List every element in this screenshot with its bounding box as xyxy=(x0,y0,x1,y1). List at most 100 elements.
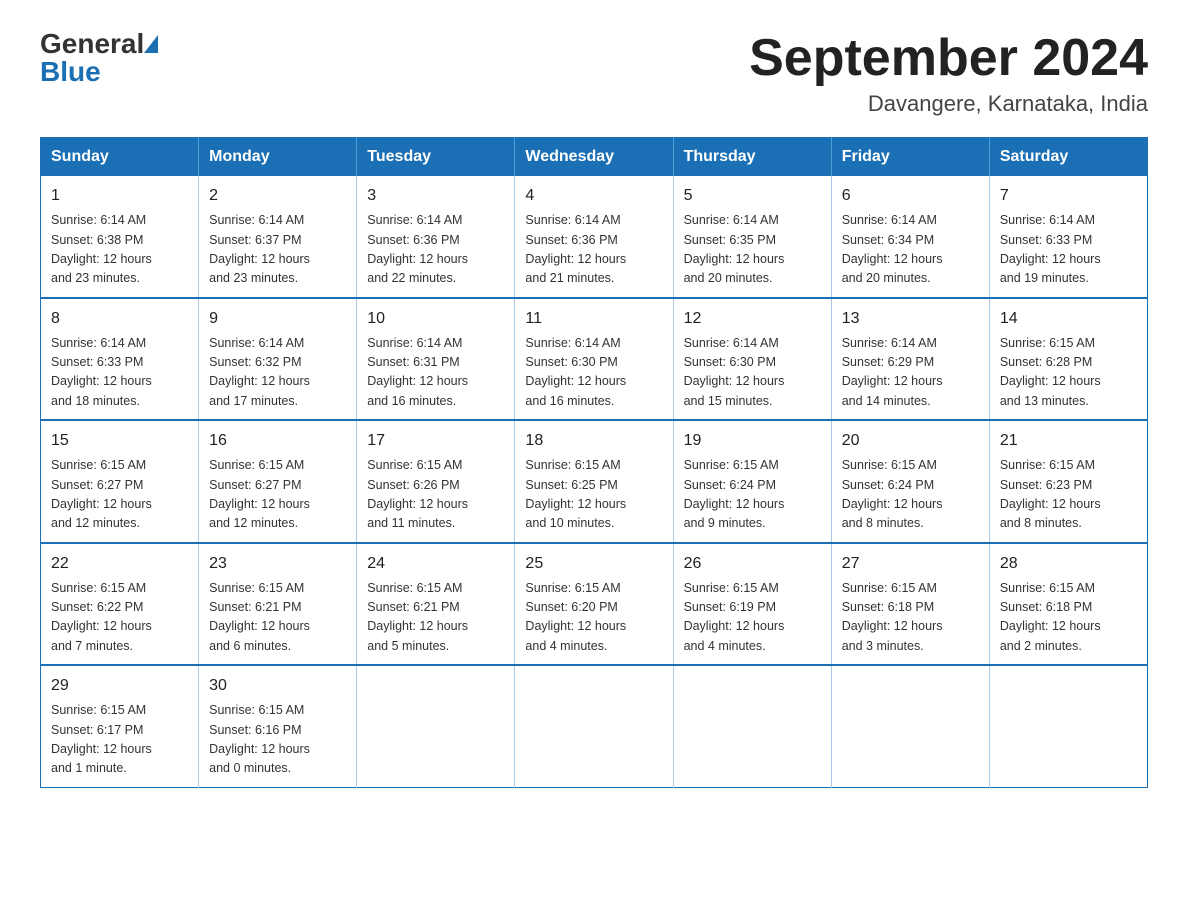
month-title: September 2024 xyxy=(749,30,1148,87)
day-number: 25 xyxy=(525,552,662,576)
day-number: 4 xyxy=(525,184,662,208)
calendar-day-cell: 22 Sunrise: 6:15 AMSunset: 6:22 PMDayligh… xyxy=(41,543,199,666)
day-info: Sunrise: 6:15 AMSunset: 6:22 PMDaylight:… xyxy=(51,579,188,657)
day-number: 9 xyxy=(209,307,346,331)
day-number: 30 xyxy=(209,674,346,698)
calendar-week-row: 8Sunrise: 6:14 AMSunset: 6:33 PMDaylight… xyxy=(41,298,1148,421)
logo: General Blue xyxy=(40,30,158,86)
day-number: 23 xyxy=(209,552,346,576)
day-number: 15 xyxy=(51,429,188,453)
calendar-day-header: Sunday xyxy=(41,138,199,177)
day-number: 27 xyxy=(842,552,979,576)
calendar-day-cell xyxy=(515,665,673,787)
logo-general-text: General xyxy=(40,30,158,58)
calendar-day-header: Thursday xyxy=(673,138,831,177)
calendar-day-header: Wednesday xyxy=(515,138,673,177)
day-number: 5 xyxy=(684,184,821,208)
day-info: Sunrise: 6:15 AMSunset: 6:20 PMDaylight:… xyxy=(525,579,662,657)
page-header: General Blue September 2024 Davangere, K… xyxy=(40,30,1148,117)
day-info: Sunrise: 6:15 AMSunset: 6:23 PMDaylight:… xyxy=(1000,456,1137,534)
calendar-day-cell: 7 Sunrise: 6:14 AMSunset: 6:33 PMDaylight… xyxy=(989,176,1147,298)
day-info: Sunrise: 6:15 AMSunset: 6:19 PMDaylight:… xyxy=(684,579,821,657)
calendar-day-cell: 27 Sunrise: 6:15 AMSunset: 6:18 PMDayligh… xyxy=(831,543,989,666)
calendar-day-cell: 13 Sunrise: 6:14 AMSunset: 6:29 PMDayligh… xyxy=(831,298,989,421)
day-info: Sunrise: 6:15 AMSunset: 6:27 PMDaylight:… xyxy=(51,456,188,534)
calendar-day-cell xyxy=(989,665,1147,787)
day-number: 2 xyxy=(209,184,346,208)
day-number: 26 xyxy=(684,552,821,576)
calendar-day-header: Tuesday xyxy=(357,138,515,177)
calendar-day-cell: 10 Sunrise: 6:14 AMSunset: 6:31 PMDayligh… xyxy=(357,298,515,421)
day-number: 6 xyxy=(842,184,979,208)
calendar-week-row: 22 Sunrise: 6:15 AMSunset: 6:22 PMDayligh… xyxy=(41,543,1148,666)
day-number: 7 xyxy=(1000,184,1137,208)
calendar-day-cell: 9 Sunrise: 6:14 AMSunset: 6:32 PMDaylight… xyxy=(199,298,357,421)
logo-triangle-icon xyxy=(144,35,158,53)
day-number: 13 xyxy=(842,307,979,331)
day-number: 21 xyxy=(1000,429,1137,453)
calendar-day-cell: 23 Sunrise: 6:15 AMSunset: 6:21 PMDayligh… xyxy=(199,543,357,666)
calendar-day-cell: 6 Sunrise: 6:14 AMSunset: 6:34 PMDaylight… xyxy=(831,176,989,298)
calendar-day-cell: 4Sunrise: 6:14 AMSunset: 6:36 PMDaylight… xyxy=(515,176,673,298)
day-info: Sunrise: 6:14 AMSunset: 6:35 PMDaylight:… xyxy=(684,211,821,289)
calendar-day-cell: 8Sunrise: 6:14 AMSunset: 6:33 PMDaylight… xyxy=(41,298,199,421)
day-info: Sunrise: 6:15 AMSunset: 6:21 PMDaylight:… xyxy=(367,579,504,657)
calendar-week-row: 1 Sunrise: 6:14 AMSunset: 6:38 PMDaylight… xyxy=(41,176,1148,298)
day-number: 14 xyxy=(1000,307,1137,331)
day-info: Sunrise: 6:15 AMSunset: 6:18 PMDaylight:… xyxy=(842,579,979,657)
day-info: Sunrise: 6:15 AMSunset: 6:28 PMDaylight:… xyxy=(1000,334,1137,412)
day-info: Sunrise: 6:15 AMSunset: 6:25 PMDaylight:… xyxy=(525,456,662,534)
day-number: 11 xyxy=(525,307,662,331)
day-info: Sunrise: 6:15 AMSunset: 6:21 PMDaylight:… xyxy=(209,579,346,657)
day-number: 22 xyxy=(51,552,188,576)
day-number: 16 xyxy=(209,429,346,453)
day-number: 12 xyxy=(684,307,821,331)
day-info: Sunrise: 6:15 AMSunset: 6:24 PMDaylight:… xyxy=(842,456,979,534)
day-number: 18 xyxy=(525,429,662,453)
day-info: Sunrise: 6:14 AMSunset: 6:37 PMDaylight:… xyxy=(209,211,346,289)
calendar-day-cell: 11 Sunrise: 6:14 AMSunset: 6:30 PMDayligh… xyxy=(515,298,673,421)
calendar-day-cell: 14 Sunrise: 6:15 AMSunset: 6:28 PMDayligh… xyxy=(989,298,1147,421)
calendar-day-cell: 29 Sunrise: 6:15 AMSunset: 6:17 PMDayligh… xyxy=(41,665,199,787)
calendar-table: SundayMondayTuesdayWednesdayThursdayFrid… xyxy=(40,137,1148,788)
day-info: Sunrise: 6:15 AMSunset: 6:26 PMDaylight:… xyxy=(367,456,504,534)
location-text: Davangere, Karnataka, India xyxy=(749,91,1148,117)
day-number: 17 xyxy=(367,429,504,453)
day-info: Sunrise: 6:14 AMSunset: 6:38 PMDaylight:… xyxy=(51,211,188,289)
day-info: Sunrise: 6:14 AMSunset: 6:29 PMDaylight:… xyxy=(842,334,979,412)
day-info: Sunrise: 6:14 AMSunset: 6:34 PMDaylight:… xyxy=(842,211,979,289)
day-number: 1 xyxy=(51,184,188,208)
calendar-day-cell: 26 Sunrise: 6:15 AMSunset: 6:19 PMDayligh… xyxy=(673,543,831,666)
title-block: September 2024 Davangere, Karnataka, Ind… xyxy=(749,30,1148,117)
day-info: Sunrise: 6:15 AMSunset: 6:16 PMDaylight:… xyxy=(209,701,346,779)
calendar-day-cell xyxy=(357,665,515,787)
calendar-day-header: Monday xyxy=(199,138,357,177)
day-number: 28 xyxy=(1000,552,1137,576)
day-info: Sunrise: 6:14 AMSunset: 6:30 PMDaylight:… xyxy=(684,334,821,412)
calendar-day-cell xyxy=(673,665,831,787)
day-number: 10 xyxy=(367,307,504,331)
day-number: 3 xyxy=(367,184,504,208)
day-info: Sunrise: 6:14 AMSunset: 6:32 PMDaylight:… xyxy=(209,334,346,412)
calendar-day-cell: 24 Sunrise: 6:15 AMSunset: 6:21 PMDayligh… xyxy=(357,543,515,666)
calendar-day-header: Saturday xyxy=(989,138,1147,177)
day-number: 20 xyxy=(842,429,979,453)
day-info: Sunrise: 6:15 AMSunset: 6:27 PMDaylight:… xyxy=(209,456,346,534)
day-number: 24 xyxy=(367,552,504,576)
calendar-day-cell: 15 Sunrise: 6:15 AMSunset: 6:27 PMDayligh… xyxy=(41,420,199,543)
calendar-day-header: Friday xyxy=(831,138,989,177)
day-info: Sunrise: 6:15 AMSunset: 6:18 PMDaylight:… xyxy=(1000,579,1137,657)
calendar-day-cell: 5 Sunrise: 6:14 AMSunset: 6:35 PMDaylight… xyxy=(673,176,831,298)
calendar-day-cell: 18 Sunrise: 6:15 AMSunset: 6:25 PMDayligh… xyxy=(515,420,673,543)
calendar-day-cell: 28 Sunrise: 6:15 AMSunset: 6:18 PMDayligh… xyxy=(989,543,1147,666)
day-info: Sunrise: 6:14 AMSunset: 6:33 PMDaylight:… xyxy=(1000,211,1137,289)
day-info: Sunrise: 6:14 AMSunset: 6:30 PMDaylight:… xyxy=(525,334,662,412)
calendar-day-cell: 19Sunrise: 6:15 AMSunset: 6:24 PMDayligh… xyxy=(673,420,831,543)
calendar-day-cell: 1 Sunrise: 6:14 AMSunset: 6:38 PMDaylight… xyxy=(41,176,199,298)
logo-blue-text: Blue xyxy=(40,58,101,86)
calendar-day-cell: 25 Sunrise: 6:15 AMSunset: 6:20 PMDayligh… xyxy=(515,543,673,666)
day-info: Sunrise: 6:15 AMSunset: 6:17 PMDaylight:… xyxy=(51,701,188,779)
day-info: Sunrise: 6:14 AMSunset: 6:31 PMDaylight:… xyxy=(367,334,504,412)
calendar-day-cell: 16 Sunrise: 6:15 AMSunset: 6:27 PMDayligh… xyxy=(199,420,357,543)
day-number: 29 xyxy=(51,674,188,698)
